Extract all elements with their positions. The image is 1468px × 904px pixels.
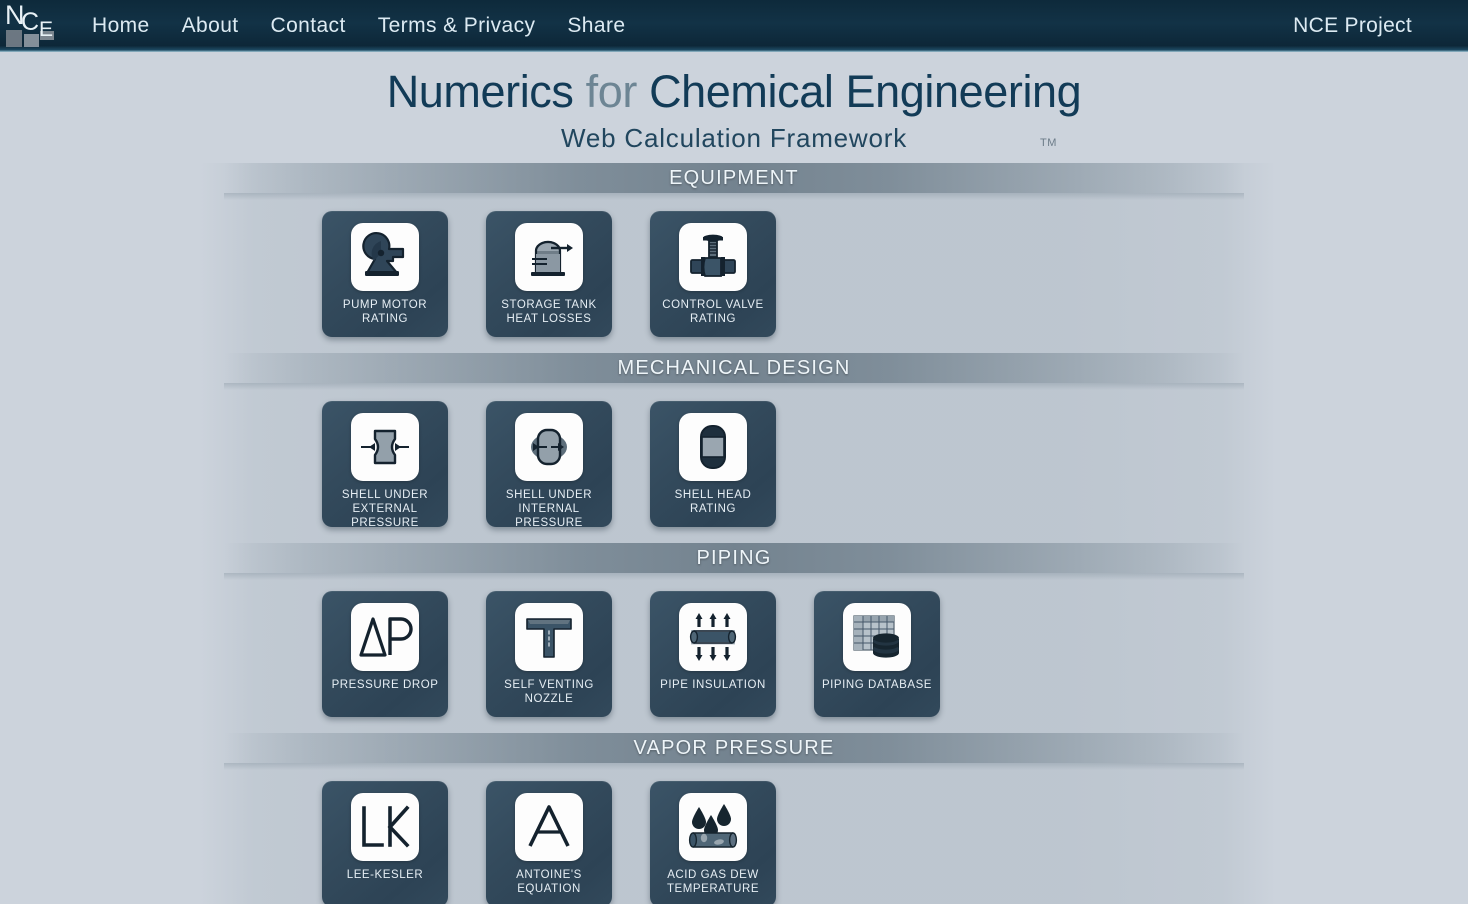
- logo-letter-e: E: [39, 19, 53, 40]
- piping-database-icon: [843, 603, 911, 671]
- section-vapor-pressure: VAPOR PRESSURE LEE-KESLER ANTOINE'S EQUA…: [0, 733, 1468, 904]
- page-title-part3: Chemical Engineering: [649, 66, 1081, 117]
- nce-logo[interactable]: N C E: [2, 0, 58, 52]
- pump-icon: [351, 223, 419, 291]
- section-header: PIPING: [224, 543, 1244, 573]
- tile-antoine-s-equation[interactable]: ANTOINE'S EQUATION: [486, 781, 612, 904]
- lee-kesler-icon: [351, 793, 419, 861]
- tile-label: PIPING DATABASE: [817, 678, 937, 692]
- nav-item-home[interactable]: Home: [76, 10, 166, 42]
- tile-shell-head-rating[interactable]: SHELL HEAD RATING: [650, 401, 776, 527]
- tile-piping-database[interactable]: PIPING DATABASE: [814, 591, 940, 717]
- tile-label: CONTROL VALVE RATING: [653, 298, 773, 326]
- section-header: VAPOR PRESSURE: [224, 733, 1244, 763]
- tee-nozzle-icon: [515, 603, 583, 671]
- logo-square-1: [6, 30, 22, 47]
- tile-shell-under-external-pressure[interactable]: SHELL UNDER EXTERNAL PRESSURE: [322, 401, 448, 527]
- tile-row: SHELL UNDER EXTERNAL PRESSURE SHELL UNDE…: [0, 401, 1468, 527]
- tile-label: PRESSURE DROP: [325, 678, 445, 692]
- tile-label: SHELL HEAD RATING: [653, 488, 773, 516]
- tile-label: SHELL UNDER EXTERNAL PRESSURE: [325, 488, 445, 530]
- section-mechanical-design: MECHANICAL DESIGN SHELL UNDER EXTERNAL P…: [0, 353, 1468, 527]
- acid-gas-dew-icon: [679, 793, 747, 861]
- tile-pump-motor-rating[interactable]: PUMP MOTOR RATING: [322, 211, 448, 337]
- delta-p-icon: [351, 603, 419, 671]
- shell-external-pressure-icon: [351, 413, 419, 481]
- control-valve-icon: [679, 223, 747, 291]
- page-title-part2: for: [586, 66, 637, 117]
- tile-label: ANTOINE'S EQUATION: [489, 868, 609, 896]
- section-equipment: EQUIPMENT PUMP MOTOR RATING STORAGE TANK…: [0, 163, 1468, 337]
- sections-container: EQUIPMENT PUMP MOTOR RATING STORAGE TANK…: [0, 163, 1468, 904]
- antoine-icon: [515, 793, 583, 861]
- nav-item-contact[interactable]: Contact: [255, 10, 362, 42]
- logo-letter-c: C: [21, 10, 39, 35]
- tile-pipe-insulation[interactable]: PIPE INSULATION: [650, 591, 776, 717]
- section-title: MECHANICAL DESIGN: [617, 357, 850, 380]
- storage-tank-icon: [515, 223, 583, 291]
- section-header: MECHANICAL DESIGN: [224, 353, 1244, 383]
- tile-label: STORAGE TANK HEAT LOSSES: [489, 298, 609, 326]
- tile-self-venting-nozzle[interactable]: SELF VENTING NOZZLE: [486, 591, 612, 717]
- tile-pressure-drop[interactable]: PRESSURE DROP: [322, 591, 448, 717]
- section-header: EQUIPMENT: [224, 163, 1244, 193]
- section-title: PIPING: [697, 547, 772, 570]
- tile-acid-gas-dew-temperature[interactable]: ACID GAS DEW TEMPERATURE: [650, 781, 776, 904]
- tile-row: LEE-KESLER ANTOINE'S EQUATION ACID GAS D…: [0, 781, 1468, 904]
- shell-head-icon: [679, 413, 747, 481]
- nav-item-about[interactable]: About: [166, 10, 255, 42]
- tile-row: PUMP MOTOR RATING STORAGE TANK HEAT LOSS…: [0, 211, 1468, 337]
- tile-label: SHELL UNDER INTERNAL PRESSURE: [489, 488, 609, 530]
- tile-label: PIPE INSULATION: [653, 678, 773, 692]
- section-title: VAPOR PRESSURE: [634, 737, 835, 760]
- section-title: EQUIPMENT: [669, 167, 799, 190]
- tile-label: PUMP MOTOR RATING: [325, 298, 445, 326]
- nav-item-terms-privacy[interactable]: Terms & Privacy: [362, 10, 552, 42]
- tile-label: ACID GAS DEW TEMPERATURE: [653, 868, 773, 896]
- trademark-mark: TM: [1040, 137, 1057, 149]
- section-piping: PIPING PRESSURE DROP SELF VENTING NOZZLE…: [0, 543, 1468, 717]
- page-title-part1: Numerics: [387, 66, 574, 117]
- nav-item-nce-project[interactable]: NCE Project: [1293, 14, 1412, 38]
- tile-label: SELF VENTING NOZZLE: [489, 678, 609, 706]
- tile-control-valve-rating[interactable]: CONTROL VALVE RATING: [650, 211, 776, 337]
- pipe-insulation-icon: [679, 603, 747, 671]
- tile-storage-tank-heat-losses[interactable]: STORAGE TANK HEAT LOSSES: [486, 211, 612, 337]
- tile-lee-kesler[interactable]: LEE-KESLER: [322, 781, 448, 904]
- tile-shell-under-internal-pressure[interactable]: SHELL UNDER INTERNAL PRESSURE: [486, 401, 612, 527]
- page-subtitle: Web Calculation Framework: [0, 123, 1468, 154]
- nav-links: Home About Contact Terms & Privacy Share: [76, 10, 641, 42]
- page-title-block: Numerics for Chemical Engineering Web Ca…: [0, 52, 1468, 154]
- tile-label: LEE-KESLER: [325, 868, 445, 882]
- page-title: Numerics for Chemical Engineering: [0, 68, 1468, 117]
- nav-item-share[interactable]: Share: [551, 10, 641, 42]
- tile-row: PRESSURE DROP SELF VENTING NOZZLE PIPE I…: [0, 591, 1468, 717]
- top-navigation-bar: N C E Home About Contact Terms & Privacy…: [0, 0, 1468, 52]
- shell-internal-pressure-icon: [515, 413, 583, 481]
